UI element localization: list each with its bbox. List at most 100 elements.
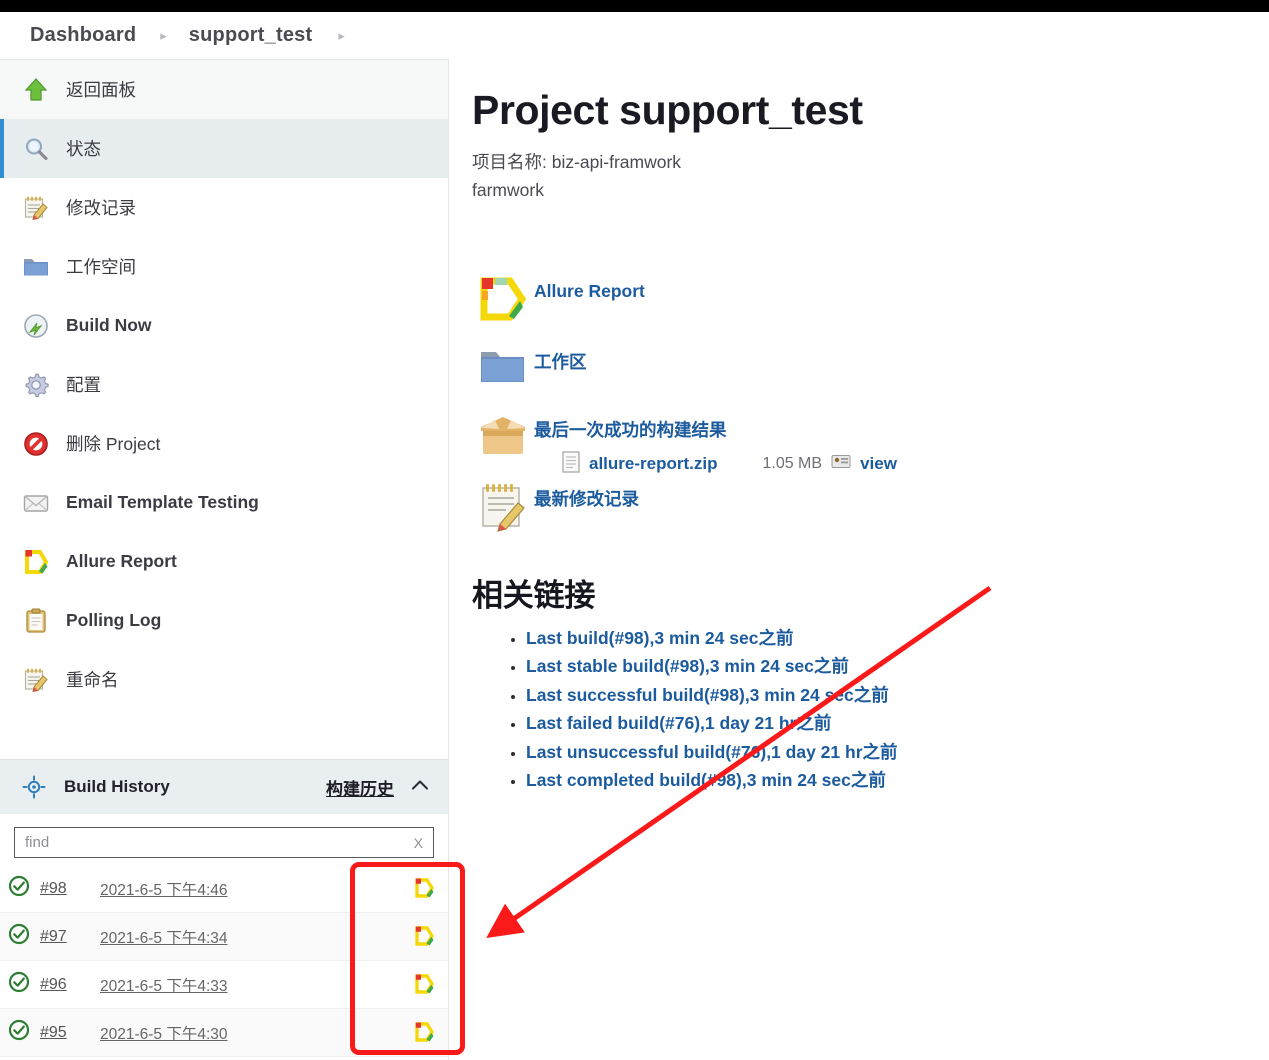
build-history-header[interactable]: Build History 构建历史: [0, 759, 448, 814]
sidebar-item-6[interactable]: 删除 Project: [0, 414, 448, 473]
build-row[interactable]: #98 2021-6-5 下午4:46: [0, 865, 448, 913]
sidebar-item-label: 配置: [66, 375, 101, 395]
build-timestamp-link[interactable]: 2021-6-5 下午4:34: [100, 926, 228, 948]
build-number-link[interactable]: #97: [40, 928, 100, 946]
link-row-allure-report[interactable]: Allure Report: [472, 273, 1269, 341]
package-box-icon: [472, 409, 534, 461]
build-status-success-icon: [8, 971, 30, 998]
folder-icon: [472, 341, 534, 389]
build-timestamp-link[interactable]: 2021-6-5 下午4:46: [100, 878, 228, 900]
build-status-success-icon: [8, 923, 30, 950]
project-description-line1: 项目名称: biz-api-framwork: [472, 152, 682, 172]
permalink-link[interactable]: Last build(#98),3 min 24 sec之前: [526, 628, 793, 648]
link-recent-changes[interactable]: 最新修改记录: [534, 489, 639, 509]
artifact-name[interactable]: allure-report.zip: [589, 454, 717, 474]
build-timestamp-link[interactable]: 2021-6-5 下午4:33: [100, 974, 228, 996]
link-row-workspace[interactable]: 工作区: [472, 341, 1269, 409]
delete-forbidden-icon: [22, 430, 50, 458]
sidebar-item-label: Build Now: [66, 315, 152, 335]
clipboard-icon: [22, 607, 50, 635]
sidebar-item-label: 删除 Project: [66, 434, 161, 454]
sidebar-item-7[interactable]: Email Template Testing: [0, 473, 448, 532]
up-arrow-icon: [22, 76, 50, 104]
allure-icon: [22, 548, 50, 576]
permalinks-title: 相关链接: [472, 577, 596, 613]
sidebar-item-3[interactable]: 工作空间: [0, 237, 448, 296]
sidebar-item-4[interactable]: Build Now: [0, 296, 448, 355]
permalink-link[interactable]: Last stable build(#98),3 min 24 sec之前: [526, 656, 849, 676]
build-row[interactable]: #96 2021-6-5 下午4:33: [0, 961, 448, 1009]
permalink-link[interactable]: Last unsuccessful build(#76),1 day 21 hr…: [526, 742, 898, 762]
link-last-successful-build[interactable]: 最后一次成功的构建结果: [534, 420, 727, 440]
permalink-link[interactable]: Last completed build(#98),3 min 24 sec之前: [526, 770, 886, 790]
sidebar-item-label: Allure Report: [66, 551, 177, 571]
sidebar-item-label: 修改记录: [66, 198, 136, 218]
build-number-link[interactable]: #95: [40, 1024, 100, 1042]
permalink-item: Last stable build(#98),3 min 24 sec之前: [526, 653, 1269, 678]
sidebar-item-1[interactable]: 状态: [0, 119, 448, 178]
folder-icon: [22, 253, 50, 281]
link-workspace[interactable]: 工作区: [534, 352, 587, 372]
project-description-line2: farmwork: [472, 180, 544, 201]
sidebar: 返回面板状态修改记录工作空间 Build Now 配置删除 Project Email…: [0, 59, 449, 1060]
build-history-title: Build History: [64, 777, 170, 796]
build-status-success-icon: [8, 875, 30, 902]
sidebar-item-label: 状态: [66, 139, 101, 159]
permalink-item: Last failed build(#76),1 day 21 hr之前: [526, 710, 1269, 735]
permalink-link[interactable]: Last successful build(#98),3 min 24 sec之…: [526, 685, 889, 705]
top-black-bar: [0, 0, 1269, 12]
chevron-right-icon-2[interactable]: ▸: [338, 28, 345, 44]
link-row-recent-changes[interactable]: 最新修改记录: [472, 478, 1269, 546]
sidebar-item-label: 重命名: [66, 670, 119, 690]
sidebar-item-2[interactable]: 修改记录: [0, 178, 448, 237]
artifact-view-link[interactable]: view: [860, 454, 897, 474]
permalink-item: Last completed build(#98),3 min 24 sec之前: [526, 767, 1269, 792]
sidebar-item-9[interactable]: Polling Log: [0, 591, 448, 650]
clear-search-icon[interactable]: X: [414, 835, 425, 851]
permalink-link[interactable]: Last failed build(#76),1 day 21 hr之前: [526, 713, 831, 733]
sidebar-item-label: 工作空间: [66, 257, 136, 277]
chevron-up-icon[interactable]: [410, 777, 430, 797]
build-row[interactable]: #97 2021-6-5 下午4:34: [0, 913, 448, 961]
sidebar-nav: 返回面板状态修改记录工作空间 Build Now 配置删除 Project Email…: [0, 60, 448, 709]
envelope-icon: [22, 489, 50, 517]
permalink-item: Last successful build(#98),3 min 24 sec之…: [526, 682, 1269, 707]
breadcrumb-support-test[interactable]: support_test: [189, 24, 313, 47]
sidebar-item-10[interactable]: 重命名: [0, 650, 448, 709]
breadcrumb-dashboard[interactable]: Dashboard: [30, 24, 136, 47]
project-description: 项目名称: biz-api-framwork farmwork: [472, 148, 1269, 205]
sidebar-item-label: Email Template Testing: [66, 492, 259, 512]
build-allure-report-icon[interactable]: [413, 1021, 437, 1050]
build-timestamp-link[interactable]: 2021-6-5 下午4:30: [100, 1022, 228, 1044]
notepad-pencil-icon: [22, 666, 50, 694]
sidebar-item-label: Polling Log: [66, 610, 162, 630]
build-history-icon: [20, 773, 48, 801]
search-input[interactable]: find X: [14, 827, 434, 858]
build-number-link[interactable]: #98: [40, 880, 100, 898]
allure-icon: [472, 273, 534, 323]
sidebar-item-8[interactable]: Allure Report: [0, 532, 448, 591]
permalink-item: Last build(#98),3 min 24 sec之前: [526, 625, 1269, 650]
link-allure-report[interactable]: Allure Report: [534, 281, 645, 301]
build-history-list: #98 2021-6-5 下午4:46 #97 2021-6-5 下午4:34 #96 2…: [0, 865, 448, 1057]
build-allure-report-icon[interactable]: [413, 973, 437, 1002]
build-allure-report-icon[interactable]: [413, 925, 437, 954]
page-title: Project support_test: [472, 87, 863, 133]
build-find-row: find X: [0, 820, 448, 865]
permalinks-list: Last build(#98),3 min 24 sec之前 Last stabl…: [472, 625, 1269, 793]
build-allure-report-icon[interactable]: [413, 877, 437, 906]
build-number-link[interactable]: #96: [40, 976, 100, 994]
artifact-size: 1.05 MB: [762, 455, 823, 473]
notepad-pencil-icon: [472, 478, 534, 532]
link-row-last-successful-artifacts[interactable]: 最后一次成功的构建结果 allure-report.zip 1.05 MB vi…: [472, 409, 1269, 478]
sidebar-item-5[interactable]: 配置: [0, 355, 448, 414]
sidebar-item-label: 返回面板: [66, 80, 136, 100]
build-row[interactable]: #95 2021-6-5 下午4:30: [0, 1009, 448, 1057]
sidebar-item-0[interactable]: 返回面板: [0, 60, 448, 119]
search-input-placeholder: find: [25, 834, 50, 851]
build-history-title-cn[interactable]: 构建历史: [326, 775, 394, 800]
magnifier-icon: [22, 135, 50, 163]
notepad-pencil-icon: [22, 194, 50, 222]
gear-icon: [22, 371, 50, 399]
main-content: Project support_test 项目名称: biz-api-framw…: [450, 59, 1269, 1060]
